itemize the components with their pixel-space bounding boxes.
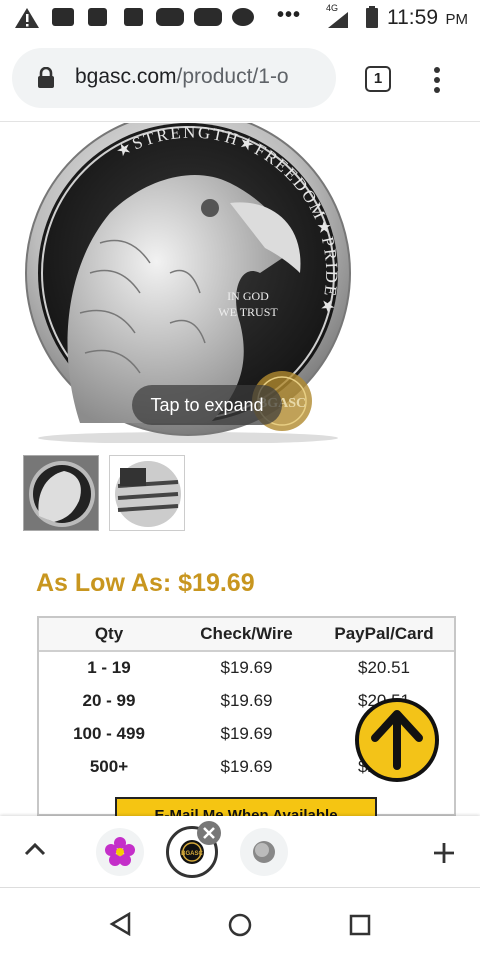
pricing-table-header: Qty Check/Wire PayPal/Card (39, 618, 454, 652)
lock-icon (38, 67, 54, 88)
tab-strip: BGASC (0, 816, 480, 888)
browser-toolbar: bgasc.com/product/1-o 1 (0, 36, 480, 122)
check-price-cell: $19.69 (220, 757, 273, 776)
price-as-low-as: As Low As: $19.69 (36, 569, 255, 597)
close-icon (203, 827, 215, 839)
header-qty: Qty (94, 624, 124, 643)
qty-cell: 20 - 99 (82, 691, 136, 710)
chrome-icon (232, 8, 254, 26)
youtube-icon (156, 8, 184, 26)
product-main-image[interactable]: IN GOD WE TRUST ★STRENGTH★FREEDOM★PRIDE★… (20, 123, 360, 444)
qty-cell: 100 - 499 (73, 724, 145, 743)
warning-icon (15, 8, 39, 28)
arrow-up-icon (371, 710, 423, 770)
coin-tab-icon (253, 841, 275, 863)
youtube-icon (194, 8, 222, 26)
back-icon[interactable] (109, 912, 131, 936)
more-notifications-icon: ••• (277, 4, 302, 26)
recents-icon[interactable] (349, 914, 371, 936)
check-price-cell: $19.69 (220, 658, 273, 677)
paypal-price-cell: $20.51 (358, 658, 410, 677)
clock: 11:59 (387, 6, 438, 29)
facebook-icon (88, 8, 107, 26)
coin-tab[interactable] (240, 828, 288, 876)
qty-cell: 500+ (89, 757, 129, 776)
omnibox[interactable]: bgasc.com/product/1-o (12, 48, 336, 108)
check-price-cell: $19.69 (220, 724, 273, 743)
url-domain: bgasc.com (75, 65, 177, 88)
home-icon[interactable] (228, 913, 252, 937)
coin-motto-2: WE TRUST (218, 305, 278, 319)
status-bar: ••• 4G 11:59 PM (0, 0, 480, 36)
header-paypal-card: PayPal/Card (334, 624, 434, 643)
news-icon (52, 8, 74, 26)
coin-thumbnail-icon (24, 456, 98, 530)
thumbnail-back[interactable] (109, 455, 185, 531)
flower-icon (105, 837, 135, 866)
battery-icon (366, 6, 378, 28)
tab-switcher-button[interactable]: 1 (365, 66, 391, 92)
header-check-wire: Check/Wire (200, 624, 293, 643)
check-price-cell: $19.69 (220, 691, 273, 710)
page-content: IN GOD WE TRUST ★STRENGTH★FREEDOM★PRIDE★… (0, 123, 480, 816)
system-navigation-bar (0, 888, 480, 960)
flower-tab[interactable] (96, 828, 144, 876)
url-path: /product/1-o (176, 65, 289, 88)
menu-icon[interactable] (433, 66, 441, 94)
chevron-up-icon[interactable] (24, 842, 46, 856)
tap-to-expand-label[interactable]: Tap to expand (132, 385, 282, 425)
flag-coin-thumbnail-icon (110, 456, 184, 530)
coin-motto-1: IN GOD (227, 289, 269, 303)
url-text: bgasc.com/product/1-o (75, 65, 330, 89)
qty-cell: 1 - 19 (87, 658, 131, 677)
facebook-icon (124, 8, 143, 26)
email-when-available-button[interactable]: E-Mail Me When Available (115, 797, 377, 816)
thumbnail-front[interactable] (23, 455, 99, 531)
close-tab-button[interactable] (197, 821, 221, 845)
scroll-to-top-button[interactable] (355, 698, 439, 782)
bgasc-tab-label: BGASC (181, 851, 203, 857)
signal-icon (328, 12, 348, 28)
clock-ampm: PM (445, 11, 469, 28)
plus-icon[interactable] (432, 841, 456, 865)
